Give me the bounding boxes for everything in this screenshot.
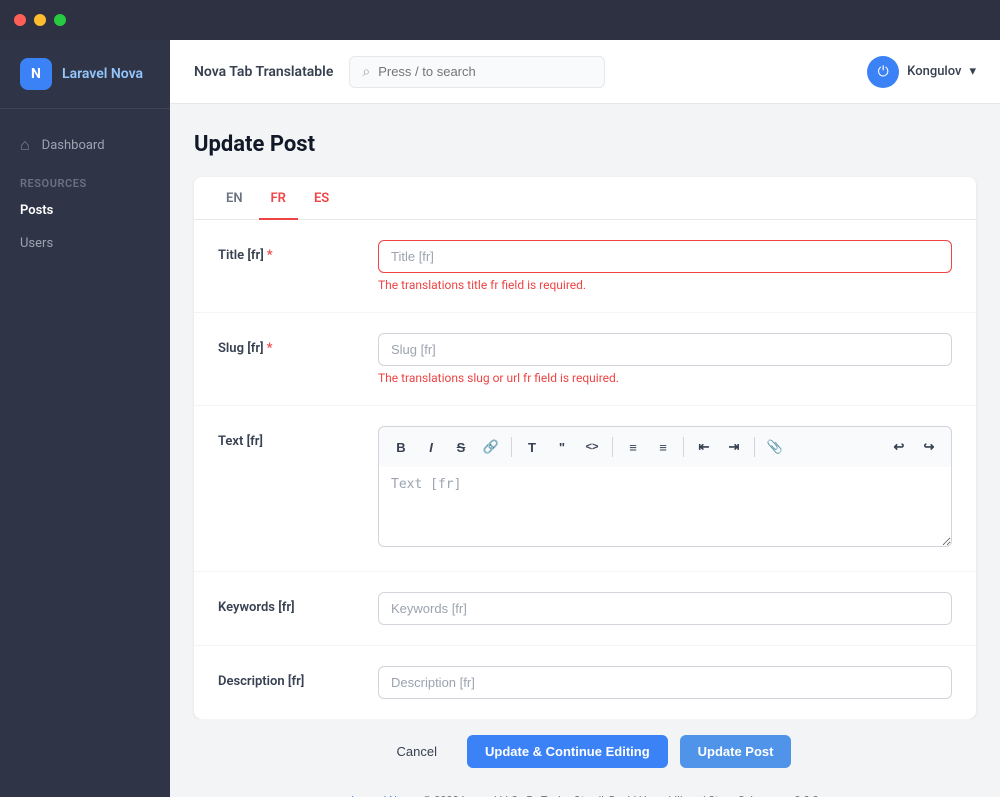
site-footer: Laravel Nova · © 2020 Laravel LLC · By T… [194,784,976,797]
indent-right-icon: ⇥ [729,439,740,455]
content-body: Update Post EN FR ES Title [fr]* [170,104,1000,797]
slug-label: Slug [fr]* [218,333,378,356]
right-side: Nova Tab Translatable ⌕ ⏻ Kongulov ▾ Upd… [170,40,1000,797]
title-bar [0,0,1000,40]
description-field-row: Description [fr] [194,646,976,719]
keywords-input[interactable] [378,592,952,625]
bullet-list-button[interactable]: ≡ [619,433,647,461]
content-area: Update Post EN FR ES Title [fr]* [170,104,1000,797]
text-field: B I S 🔗 T " <> ≡ ≡ [378,426,952,551]
keywords-label: Keywords [fr] [218,592,378,615]
logo-icon: N [20,58,52,90]
bullet-list-icon: ≡ [629,440,637,455]
indent-left-button[interactable]: ⇤ [690,433,718,461]
logo-text: Laravel Nova [62,66,143,82]
toolbar-divider-1 [511,437,512,457]
slug-field: The translations slug or url fr field is… [378,333,952,385]
slug-error: The translations slug or url fr field is… [378,371,952,385]
tab-fr[interactable]: FR [259,177,298,220]
chevron-down-icon: ▾ [969,64,976,79]
title-input[interactable] [378,240,952,273]
redo-button[interactable]: ↪ [915,433,943,461]
ordered-list-button[interactable]: ≡ [649,433,677,461]
tab-es[interactable]: ES [302,177,341,220]
title-field: The translations title fr field is requi… [378,240,952,292]
update-post-button[interactable]: Update Post [680,735,792,768]
header: Nova Tab Translatable ⌕ ⏻ Kongulov ▾ [170,40,1000,104]
maximize-button[interactable] [54,14,66,26]
redo-icon: ↪ [924,439,935,455]
bold-button[interactable]: B [387,433,415,461]
code-button[interactable]: <> [578,433,606,461]
user-menu[interactable]: ⏻ Kongulov ▾ [867,56,976,88]
indent-left-icon: ⇤ [699,439,710,455]
title-required: * [267,248,273,263]
home-icon: ⌂ [20,135,30,155]
sidebar: N Laravel Nova ⌂ Dashboard Resources Pos… [0,40,170,797]
header-title: Nova Tab Translatable [194,64,333,80]
minimize-button[interactable] [34,14,46,26]
title-field-row: Title [fr]* The translations title fr fi… [194,220,976,313]
keywords-field [378,592,952,625]
update-continue-button[interactable]: Update & Continue Editing [467,735,668,768]
search-input[interactable] [378,64,592,79]
italic-button[interactable]: I [417,433,445,461]
page-title: Update Post [194,132,976,157]
toolbar-divider-3 [683,437,684,457]
keywords-field-row: Keywords [fr] [194,572,976,646]
link-button[interactable]: 🔗 [477,433,505,461]
user-avatar: ⏻ [867,56,899,88]
title-label: Title [fr]* [218,240,378,263]
text-textarea[interactable] [378,467,952,547]
header-search[interactable]: ⌕ [349,56,605,88]
tab-en[interactable]: EN [214,177,255,220]
attachment-button[interactable]: 📎 [761,433,789,461]
slug-required: * [267,341,273,356]
attachment-icon: 📎 [767,439,783,455]
cancel-button[interactable]: Cancel [379,735,455,768]
slug-field-row: Slug [fr]* The translations slug or url … [194,313,976,406]
title-error: The translations title fr field is requi… [378,278,952,292]
indent-right-button[interactable]: ⇥ [720,433,748,461]
slug-input[interactable] [378,333,952,366]
resources-section-header: Resources [0,165,170,194]
sidebar-nav: ⌂ Dashboard Resources Posts Users [0,109,170,276]
strikethrough-button[interactable]: S [447,433,475,461]
sidebar-item-users[interactable]: Users [0,227,170,260]
ordered-list-icon: ≡ [659,440,667,455]
form-card: EN FR ES Title [fr]* The translations ti… [194,177,976,719]
text-label: Text [fr] [218,426,378,449]
toolbar-divider-4 [754,437,755,457]
undo-icon: ↩ [894,439,905,455]
language-tabs: EN FR ES [194,177,976,220]
link-icon: 🔗 [483,439,499,455]
heading-button[interactable]: T [518,433,546,461]
description-label: Description [fr] [218,666,378,689]
toolbar-divider-2 [612,437,613,457]
sidebar-item-posts[interactable]: Posts [0,194,170,227]
sidebar-logo: N Laravel Nova [0,40,170,109]
description-field [378,666,952,699]
description-input[interactable] [378,666,952,699]
footer-actions: Cancel Update & Continue Editing Update … [194,719,976,784]
text-field-row: Text [fr] B I S 🔗 T " <> [194,406,976,572]
rich-text-toolbar: B I S 🔗 T " <> ≡ ≡ [378,426,952,467]
user-name: Kongulov [907,64,961,79]
sidebar-item-dashboard[interactable]: ⌂ Dashboard [0,125,170,165]
blockquote-button[interactable]: " [548,433,576,461]
search-icon: ⌕ [362,64,370,80]
close-button[interactable] [14,14,26,26]
undo-button[interactable]: ↩ [885,433,913,461]
app: N Laravel Nova ⌂ Dashboard Resources Pos… [0,40,1000,797]
